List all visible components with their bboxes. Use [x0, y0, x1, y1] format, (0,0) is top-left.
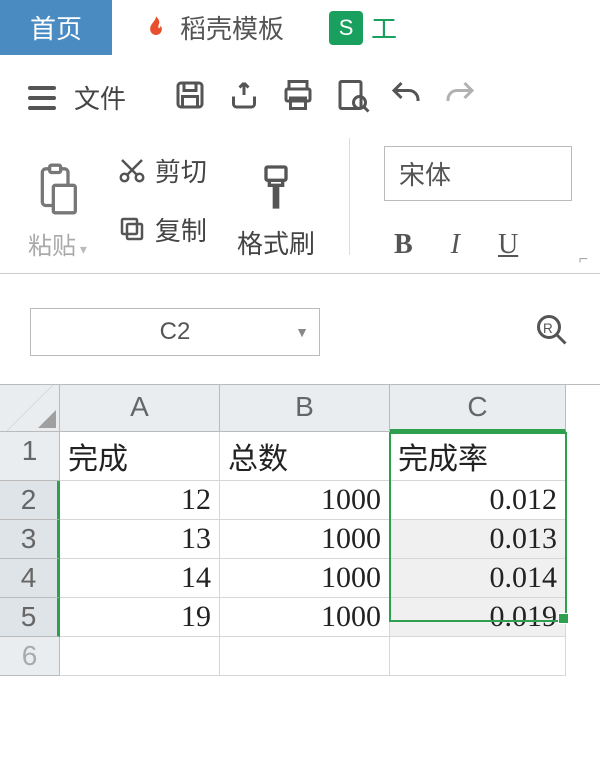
row-header[interactable]: 6	[0, 637, 60, 676]
row-header[interactable]: 1	[0, 432, 60, 481]
cell[interactable]: 0.019	[390, 598, 566, 637]
underline-button[interactable]: U	[498, 229, 518, 261]
cell[interactable]: 0.012	[390, 481, 566, 520]
chevron-down-icon[interactable]: ▼	[295, 324, 309, 340]
row-header[interactable]: 5	[0, 598, 60, 637]
paste-button[interactable]: 粘贴 ▾	[28, 138, 87, 273]
bold-button[interactable]: B	[394, 229, 413, 261]
cell[interactable]: 0.013	[390, 520, 566, 559]
file-menu[interactable]: 文件	[74, 79, 126, 116]
cell[interactable]: 0.014	[390, 559, 566, 598]
print-preview-icon[interactable]	[334, 77, 370, 118]
cell[interactable]: 总数	[220, 432, 390, 481]
formula-bar: C2 ▼ R	[0, 274, 600, 384]
cell[interactable]: 13	[60, 520, 220, 559]
cell[interactable]: 1000	[220, 481, 390, 520]
column-header-c[interactable]: C	[390, 385, 566, 432]
cell[interactable]: 完成	[60, 432, 220, 481]
tab-home[interactable]: 首页	[0, 0, 112, 55]
copy-button[interactable]: 复制	[117, 211, 207, 248]
cell[interactable]: 1000	[220, 520, 390, 559]
find-icon[interactable]: R	[534, 312, 570, 353]
flame-icon	[142, 14, 170, 42]
name-box[interactable]: C2 ▼	[30, 308, 320, 356]
cell[interactable]: 14	[60, 559, 220, 598]
quick-access-toolbar: 文件	[0, 55, 600, 128]
save-icon[interactable]	[172, 77, 208, 118]
undo-icon[interactable]	[388, 77, 424, 118]
row-header[interactable]: 3	[0, 520, 60, 559]
cut-button[interactable]: 剪切	[117, 152, 207, 189]
tab-bar: 首页 稻壳模板 S 工	[0, 0, 600, 55]
ribbon-expand-icon[interactable]: ⌐	[579, 251, 588, 269]
spreadsheet-grid[interactable]: A B C 1 完成 总数 完成率 2 12 1000 0.012 3 13 1…	[0, 384, 600, 676]
redo-icon[interactable]	[442, 77, 478, 118]
format-painter-button[interactable]: 格式刷	[237, 138, 315, 273]
column-header-a[interactable]: A	[60, 385, 220, 432]
font-name-select[interactable]: 宋体	[384, 146, 572, 201]
tab-templates[interactable]: 稻壳模板	[112, 0, 314, 55]
row-header[interactable]: 2	[0, 481, 60, 520]
cell[interactable]: 19	[60, 598, 220, 637]
svg-text:R: R	[543, 321, 553, 336]
tab-current-sheet[interactable]: S 工	[314, 0, 412, 55]
menu-icon[interactable]	[28, 86, 56, 110]
print-icon[interactable]	[280, 77, 316, 118]
select-all-corner[interactable]	[0, 385, 60, 432]
cell[interactable]	[390, 637, 566, 676]
cell[interactable]: 1000	[220, 598, 390, 637]
row-header[interactable]: 4	[0, 559, 60, 598]
column-header-b[interactable]: B	[220, 385, 390, 432]
sheet-app-icon: S	[329, 11, 363, 45]
cell[interactable]: 1000	[220, 559, 390, 598]
italic-button[interactable]: I	[451, 229, 460, 261]
cell[interactable]	[60, 637, 220, 676]
cell[interactable]: 完成率	[390, 432, 566, 481]
ribbon-clipboard: 粘贴 ▾ 剪切 复制 格式刷 宋体 B I U ⌐	[0, 128, 600, 274]
cell[interactable]: 12	[60, 481, 220, 520]
share-icon[interactable]	[226, 77, 262, 118]
cell[interactable]	[220, 637, 390, 676]
